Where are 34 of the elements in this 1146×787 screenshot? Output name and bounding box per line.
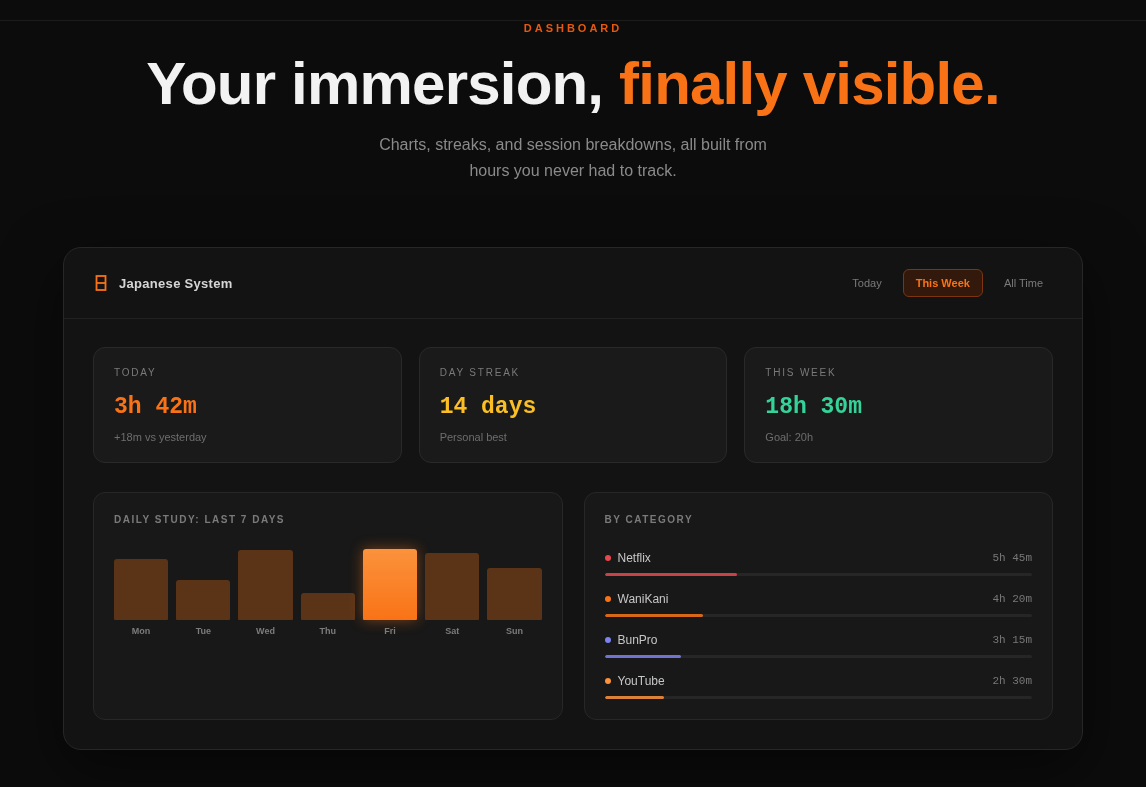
stat-label: TODAY [114, 366, 158, 380]
stat-label: THIS WEEK [765, 366, 838, 380]
stat-note: Goal: 20h [765, 430, 815, 444]
day-label: Mon [131, 625, 151, 637]
stat-value: 14 days [439, 393, 538, 421]
panel-title: Japanese System [119, 275, 233, 291]
day-label: Fri [384, 625, 396, 637]
hero-subtitle: Charts, streaks, and session breakdowns, all built from hours you never had to track. [378, 135, 768, 181]
range-tab[interactable]: This Week [902, 269, 983, 297]
day-label: Thu [319, 625, 336, 637]
category-time: 4h 20m [992, 593, 1032, 605]
eyebrow-label: DASHBOARD [523, 21, 623, 35]
category-name: WaniKani [617, 592, 669, 606]
panel-heading: DAILY STUDY: LAST 7 DAYS [114, 513, 287, 527]
stat-value: 18h 30m [765, 393, 863, 421]
panel-heading: BY CATEGORY [604, 513, 695, 527]
day-label: Sun [505, 625, 523, 637]
day-label: Tue [195, 625, 211, 637]
category-name: BunPro [617, 633, 658, 647]
category-time: 2h 30m [992, 675, 1032, 687]
stat-value: 3h 42m [114, 393, 198, 421]
stat-note: +18m vs yesterday [114, 430, 208, 444]
hero-heading: Your immersion, finally visible. [146, 49, 1000, 119]
stat-label: DAY STREAK [439, 366, 522, 380]
category-name: Netflix [617, 551, 651, 565]
range-tab[interactable]: All Time [990, 269, 1056, 297]
category-name: YouTube [617, 674, 665, 688]
day-label: Wed [256, 625, 275, 637]
category-time: 5h 45m [992, 552, 1032, 564]
stat-note: Personal best [439, 430, 508, 444]
category-time: 3h 15m [992, 634, 1032, 646]
day-label: Sat [445, 625, 460, 637]
logo-icon [95, 275, 107, 291]
range-tab[interactable]: Today [839, 269, 895, 297]
